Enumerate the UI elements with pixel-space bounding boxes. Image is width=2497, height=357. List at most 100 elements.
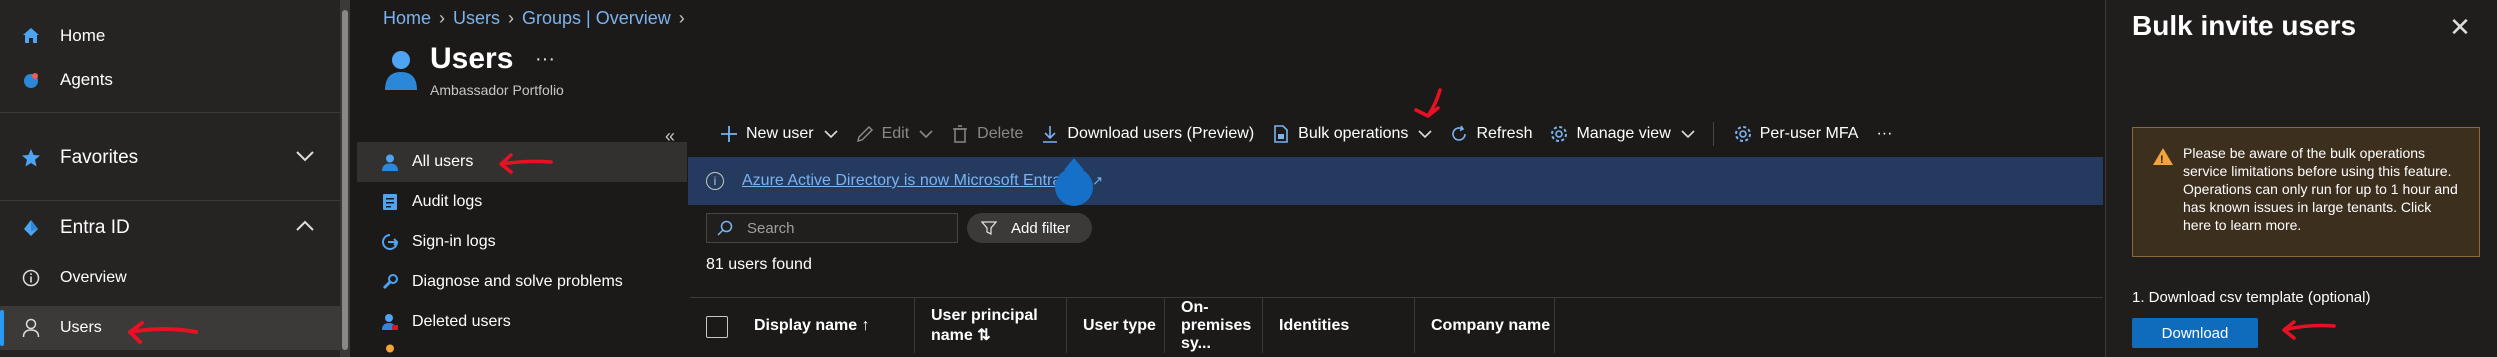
nav-divider xyxy=(0,200,345,201)
users-page-icon xyxy=(383,48,419,92)
more-commands-button[interactable]: ··· xyxy=(1876,125,1892,143)
submenu-next-item[interactable] xyxy=(357,342,687,357)
column-display-name-label: Display name ↑ xyxy=(754,316,870,334)
warning-icon xyxy=(2153,148,2173,169)
home-icon xyxy=(20,25,42,47)
bulk-file-icon xyxy=(1272,125,1290,143)
column-identities-label: Identities xyxy=(1279,316,1350,334)
panel-title: Bulk invite users xyxy=(2132,10,2357,41)
left-nav: Home Agents Favorites Entra ID Overview xyxy=(0,0,350,357)
submenu-all-users-label: All users xyxy=(412,153,474,170)
info-icon xyxy=(20,267,42,289)
nav-overview[interactable]: Overview xyxy=(0,256,345,300)
nav-home-label: Home xyxy=(60,26,106,45)
edit-label: Edit xyxy=(881,125,910,142)
column-company-name-label: Company name xyxy=(1431,316,1551,334)
add-filter-label: Add filter xyxy=(1011,219,1071,237)
column-user-type-label: User type xyxy=(1083,316,1156,334)
pencil-icon xyxy=(856,125,874,143)
bulk-invite-panel: Bulk invite users ✕ Please be aware of t… xyxy=(2105,0,2497,357)
delete-label: Delete xyxy=(977,125,1024,142)
toolbar-divider xyxy=(1712,122,1714,146)
submenu-all-users[interactable]: All users xyxy=(357,142,687,182)
delete-button[interactable]: Delete xyxy=(951,125,1023,143)
chevron-down-icon xyxy=(1681,127,1695,142)
chevron-down-icon xyxy=(824,127,838,142)
breadcrumb-separator: › xyxy=(508,8,515,28)
download-users-label: Download users (Preview) xyxy=(1067,125,1255,142)
cursor-indicator xyxy=(1055,168,1093,206)
column-upn[interactable]: User principal name ⇅ xyxy=(914,298,1066,353)
wrench-icon xyxy=(380,272,400,292)
nav-home[interactable]: Home xyxy=(0,14,345,58)
column-company-name[interactable]: Company name xyxy=(1414,298,1554,353)
info-banner: i Azure Active Directory is now Microsof… xyxy=(688,157,2103,205)
breadcrumb-users[interactable]: Users xyxy=(453,8,500,29)
submenu-sign-in-logs[interactable]: Sign-in logs xyxy=(357,222,687,262)
chevron-down-icon xyxy=(919,127,933,142)
breadcrumb-separator: › xyxy=(678,8,685,28)
submenu-deleted-users-label: Deleted users xyxy=(412,313,511,330)
column-user-type[interactable]: User type xyxy=(1066,298,1164,353)
entra-icon xyxy=(20,217,42,239)
gear-icon xyxy=(1550,125,1568,143)
submenu-audit-logs-label: Audit logs xyxy=(412,193,483,210)
warning-text: Please be aware of the bulk operations s… xyxy=(2183,145,2458,233)
agents-icon xyxy=(20,69,42,91)
trash-icon xyxy=(951,125,969,143)
submenu-diagnose[interactable]: Diagnose and solve problems xyxy=(357,262,687,302)
entra-rename-link[interactable]: Azure Active Directory is now Microsoft … xyxy=(742,172,1086,190)
refresh-label: Refresh xyxy=(1476,125,1533,142)
column-identities[interactable]: Identities xyxy=(1262,298,1414,353)
external-link-icon: ↗ xyxy=(1092,173,1104,188)
chevron-down-icon xyxy=(295,149,315,167)
edit-button[interactable]: Edit xyxy=(856,125,934,143)
select-all-checkbox[interactable] xyxy=(706,316,728,338)
info-icon: i xyxy=(706,172,724,190)
users-table-header: Display name ↑ User principal name ⇅ Use… xyxy=(690,297,2103,353)
warning-message[interactable]: Please be aware of the bulk operations s… xyxy=(2132,127,2480,257)
per-user-mfa-label: Per-user MFA xyxy=(1759,125,1859,142)
close-icon[interactable]: ✕ xyxy=(2446,12,2474,42)
chevron-down-icon xyxy=(1418,127,1433,142)
search-icon xyxy=(717,220,733,236)
nav-agents[interactable]: Agents xyxy=(0,58,345,102)
user-icon xyxy=(380,152,400,172)
refresh-button[interactable]: Refresh xyxy=(1450,125,1532,143)
breadcrumb: Home › Users › Groups | Overview › xyxy=(383,8,685,29)
sign-in-icon xyxy=(380,232,400,252)
column-on-premises[interactable]: On-premises sy... xyxy=(1164,298,1262,353)
nav-users[interactable]: Users xyxy=(0,306,345,350)
nav-entra-id[interactable]: Entra ID xyxy=(0,206,345,250)
breadcrumb-groups-overview[interactable]: Groups | Overview xyxy=(522,8,671,29)
nav-divider xyxy=(0,112,345,113)
new-user-button[interactable]: New user xyxy=(720,125,838,143)
column-on-premises-label: On-premises sy... xyxy=(1181,298,1252,352)
bulk-operations-label: Bulk operations xyxy=(1298,125,1409,142)
submenu-audit-logs[interactable]: Audit logs xyxy=(357,182,687,222)
search-input[interactable]: Search xyxy=(706,213,958,243)
nav-favorites-label: Favorites xyxy=(60,147,139,168)
breadcrumb-home[interactable]: Home xyxy=(383,8,431,29)
download-users-button[interactable]: Download users (Preview) xyxy=(1041,125,1254,143)
nav-entra-id-label: Entra ID xyxy=(60,217,130,238)
chevron-up-icon xyxy=(295,219,315,237)
bulk-operations-button[interactable]: Bulk operations xyxy=(1272,125,1433,143)
submenu-deleted-users[interactable]: Deleted users xyxy=(357,302,687,342)
more-options-icon[interactable]: ··· xyxy=(535,48,555,71)
star-icon xyxy=(20,147,42,169)
command-bar: New user Edit Delete Download users (Pre… xyxy=(720,120,1910,148)
audit-log-icon xyxy=(380,192,400,212)
column-upn-label: User principal name ⇅ xyxy=(931,306,1038,344)
nav-favorites[interactable]: Favorites xyxy=(0,136,345,180)
manage-view-button[interactable]: Manage view xyxy=(1550,125,1695,143)
download-button[interactable]: Download xyxy=(2132,318,2258,348)
step-download-template: 1. Download csv template (optional) xyxy=(2132,289,2371,306)
nav-scrollbar[interactable] xyxy=(340,0,350,357)
column-display-name[interactable]: Display name ↑ xyxy=(738,298,934,353)
user-count: 81 users found xyxy=(706,256,812,273)
add-filter-button[interactable]: Add filter xyxy=(967,213,1092,243)
submenu-diagnose-label: Diagnose and solve problems xyxy=(412,273,623,290)
ellipsis-icon: ··· xyxy=(1876,125,1893,142)
per-user-mfa-button[interactable]: Per-user MFA xyxy=(1734,125,1859,143)
